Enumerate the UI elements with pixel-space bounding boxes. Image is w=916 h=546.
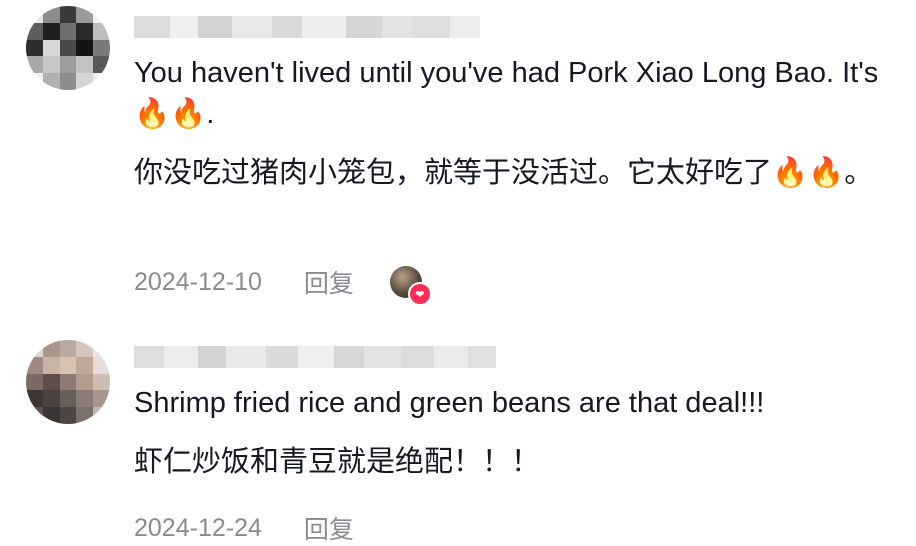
comment-item: You haven't lived until you've had Pork … xyxy=(0,0,916,310)
reply-button[interactable]: 回复 xyxy=(304,510,354,546)
avatar[interactable] xyxy=(26,6,110,90)
comment-text-chinese: 你没吃过猪肉小笼包，就等于没活过。它太好吃了🔥🔥。 xyxy=(134,157,874,189)
comment-text-chinese: 虾仁炒饭和青豆就是绝配！！！ xyxy=(134,446,541,478)
comment-date: 2024-12-24 xyxy=(134,513,262,542)
comment-date: 2024-12-10 xyxy=(134,267,262,296)
comment-text-english: You haven't lived until you've had Pork … xyxy=(134,57,879,130)
comment-text-english: Shrimp fried rice and green beans are th… xyxy=(134,387,765,419)
avatar[interactable] xyxy=(26,340,110,424)
reply-button[interactable]: 回复 xyxy=(304,264,354,300)
comment-meta: 2024-12-10 回复 ❤ xyxy=(134,264,432,306)
username-redacted[interactable] xyxy=(134,16,480,38)
comment-item: Shrimp fried rice and green beans are th… xyxy=(0,330,916,544)
comment-meta: 2024-12-24 回复 xyxy=(134,510,354,546)
author-liked-avatar: ❤ xyxy=(389,266,432,306)
username-redacted[interactable] xyxy=(134,346,496,368)
heart-icon: ❤ xyxy=(407,282,432,306)
